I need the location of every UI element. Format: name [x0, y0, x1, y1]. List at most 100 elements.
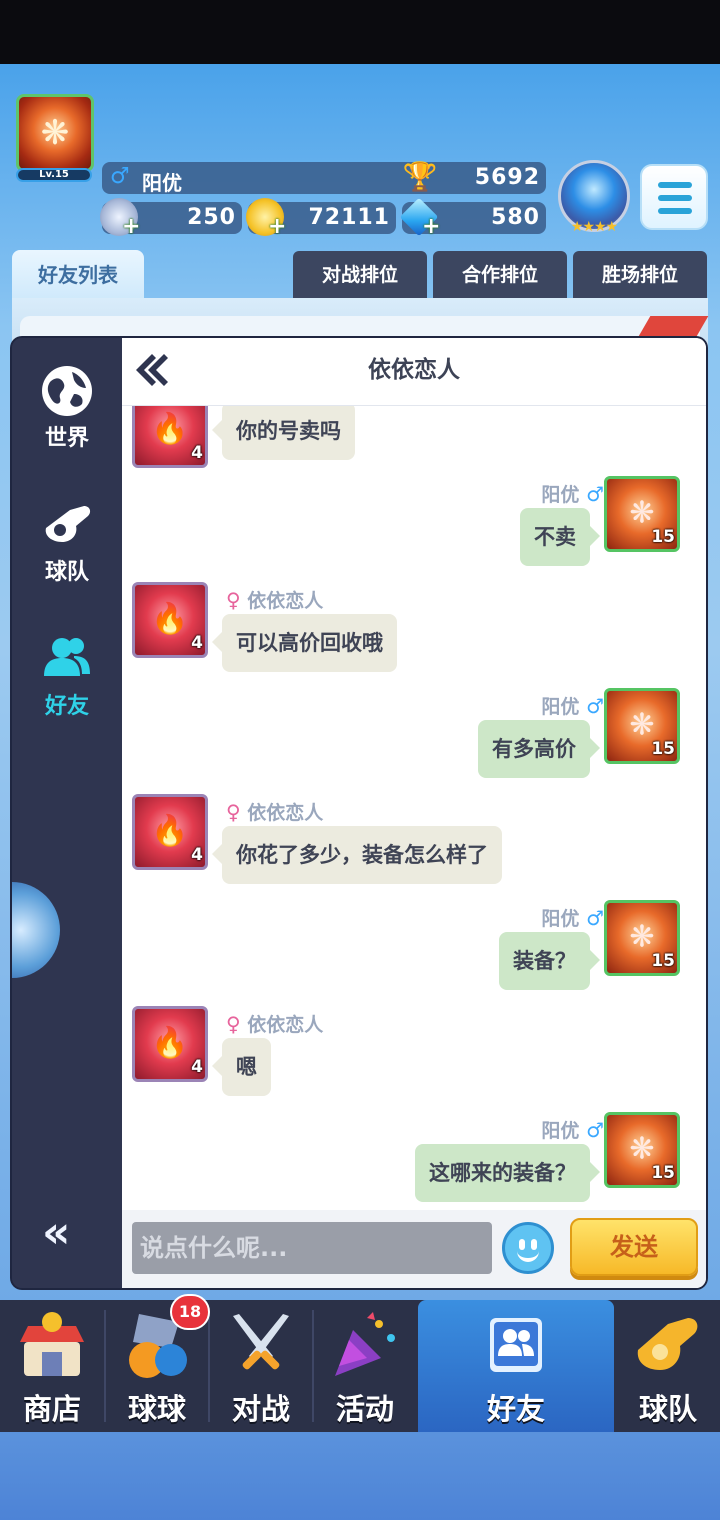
smiley-icon	[519, 1239, 525, 1250]
shop-icon	[20, 1312, 84, 1376]
friend-avatar[interactable]: 🔥 4	[132, 582, 208, 658]
sender-name: ♀ 依依恋人	[226, 800, 324, 824]
fire-icon: 🔥	[151, 1025, 189, 1061]
coins-bar[interactable]: + 72111	[246, 198, 396, 238]
rank-stars-icon: ★★★★	[570, 219, 618, 235]
add-diamonds-icon[interactable]: +	[422, 216, 440, 238]
message-bubble: 你的号卖吗	[212, 406, 355, 460]
male-icon: ♂	[586, 906, 604, 930]
send-button[interactable]: 发送	[570, 1218, 698, 1276]
friends-icon	[44, 638, 90, 676]
tab-battle-rank[interactable]: 对战排位	[293, 251, 427, 299]
menu-button[interactable]	[640, 164, 708, 230]
add-stamina-icon[interactable]: +	[122, 216, 140, 238]
nav-team[interactable]: 球队	[616, 1300, 720, 1432]
message-bubble: 嗯	[212, 1038, 271, 1096]
trophy-icon: 🏆	[402, 160, 438, 193]
message-bubble: 你花了多少，装备怎么样了	[212, 826, 502, 884]
player-name: 阳优	[142, 171, 182, 195]
message-bubble: 有多高价	[478, 720, 600, 778]
male-icon: ♂	[586, 694, 604, 718]
my-avatar[interactable]: ❋ 15	[604, 1112, 680, 1188]
sender-name: 阳优 ♂	[541, 1118, 604, 1142]
nav-shop[interactable]: 商店	[0, 1300, 104, 1432]
diamonds-value: 580	[491, 205, 540, 230]
sender-name: 阳优 ♂	[541, 906, 604, 930]
nav-team-label: 球队	[638, 1392, 697, 1426]
fire-icon: 🔥	[151, 411, 189, 447]
male-icon: ♂	[110, 164, 130, 189]
tab-wins-rank[interactable]: 胜场排位	[573, 251, 707, 299]
friends-book-icon	[490, 1318, 542, 1372]
coins-value: 72111	[308, 205, 390, 230]
menu-icon	[658, 182, 692, 188]
female-icon: ♀	[226, 800, 241, 824]
message-bubble: 可以高价回收哦	[212, 614, 397, 672]
back-icon[interactable]	[132, 350, 172, 390]
stamina-bar[interactable]: + 250	[100, 198, 242, 238]
my-avatar[interactable]: ❋ 15	[604, 476, 680, 552]
whistle-icon	[45, 506, 91, 542]
nav-battle-label: 对战	[231, 1392, 290, 1426]
tab-coop-rank[interactable]: 合作排位	[433, 251, 567, 299]
party-popper-icon	[335, 1312, 395, 1376]
player-level: Lv.15	[16, 168, 92, 182]
my-level: 15	[651, 527, 675, 547]
male-icon: ♂	[586, 1118, 604, 1142]
message-bubble: 这哪来的装备？	[415, 1144, 600, 1202]
my-avatar[interactable]: ❋ 15	[604, 900, 680, 976]
male-icon: ♂	[586, 482, 604, 506]
chat-panel: 依依恋人 🔥 4 你的号卖吗 阳优 ♂ ❋ 15 不卖 🔥 4 ♀ 依依恋人 可…	[122, 338, 706, 1288]
sender-name: 阳优 ♂	[541, 480, 604, 507]
phoenix-icon: ❋	[629, 919, 655, 955]
side-tab-friends-label: 好友	[44, 694, 89, 719]
message-bubble: 不卖	[520, 508, 600, 566]
my-avatar[interactable]: ❋ 15	[604, 688, 680, 764]
chat-side-nav: 世界 球队 好友 «	[12, 338, 122, 1288]
female-icon: ♀	[226, 1012, 241, 1036]
trophy-count: 5692	[474, 165, 540, 190]
crossed-swords-icon	[233, 1314, 289, 1370]
collapse-panel-icon[interactable]: «	[42, 1207, 71, 1258]
diamonds-bar[interactable]: + 580	[399, 197, 546, 238]
message-input[interactable]	[132, 1222, 492, 1274]
nav-friends[interactable]: 好友	[418, 1300, 614, 1432]
my-name: 阳优	[541, 484, 580, 506]
friend-avatar[interactable]: 🔥 4	[132, 406, 208, 468]
fire-icon: 🔥	[151, 601, 189, 637]
nav-battle[interactable]: 对战	[210, 1300, 312, 1432]
friend-avatar[interactable]: 🔥 4	[132, 1006, 208, 1082]
add-coins-icon[interactable]: +	[268, 216, 286, 238]
player-name-bar: ♂ 阳优 🏆 5692	[102, 160, 546, 195]
side-tab-team[interactable]: 球队	[12, 498, 122, 586]
side-tab-world[interactable]: 世界	[12, 364, 122, 452]
bottom-nav: 商店 球球 对战 活动 好友 球队	[0, 1300, 720, 1432]
nav-balls-label: 球球	[127, 1392, 186, 1426]
friend-avatar[interactable]: 🔥 4	[132, 794, 208, 870]
whistle-icon	[637, 1318, 698, 1370]
message-bubble: 装备？	[499, 932, 600, 990]
emoji-button[interactable]	[502, 1222, 554, 1274]
player-avatar[interactable]: ❋	[16, 94, 94, 172]
fire-icon: 🔥	[151, 813, 189, 849]
side-tab-friends[interactable]: 好友	[12, 632, 122, 720]
sender-name: ♀ 依依恋人	[226, 586, 323, 613]
phoenix-icon: ❋	[629, 1131, 655, 1167]
chat-title: 依依恋人	[368, 357, 460, 383]
phoenix-icon: ❋	[629, 707, 655, 743]
side-tab-team-label: 球队	[44, 560, 89, 585]
side-tab-world-label: 世界	[44, 426, 89, 451]
balls-notification-badge: 18	[170, 1294, 210, 1330]
globe-icon	[42, 366, 92, 416]
nav-events[interactable]: 活动	[314, 1300, 416, 1432]
phoenix-icon: ❋	[40, 113, 70, 153]
sender-name: 阳优 ♂	[541, 694, 604, 718]
chat-overlay: 世界 球队 好友 « 依依恋人 🔥 4 你的号卖吗 阳优 ♂ ❋ 15 不卖 🔥…	[12, 338, 706, 1288]
phoenix-icon: ❋	[629, 495, 655, 531]
chat-header: 依依恋人	[122, 338, 706, 406]
rank-medal[interactable]: ★★★★	[558, 160, 630, 235]
friend-name: 依依恋人	[247, 590, 324, 612]
stamina-value: 250	[187, 205, 236, 230]
chat-input-bar: 发送	[122, 1210, 706, 1288]
tab-friends-list[interactable]: 好友列表	[12, 250, 144, 300]
